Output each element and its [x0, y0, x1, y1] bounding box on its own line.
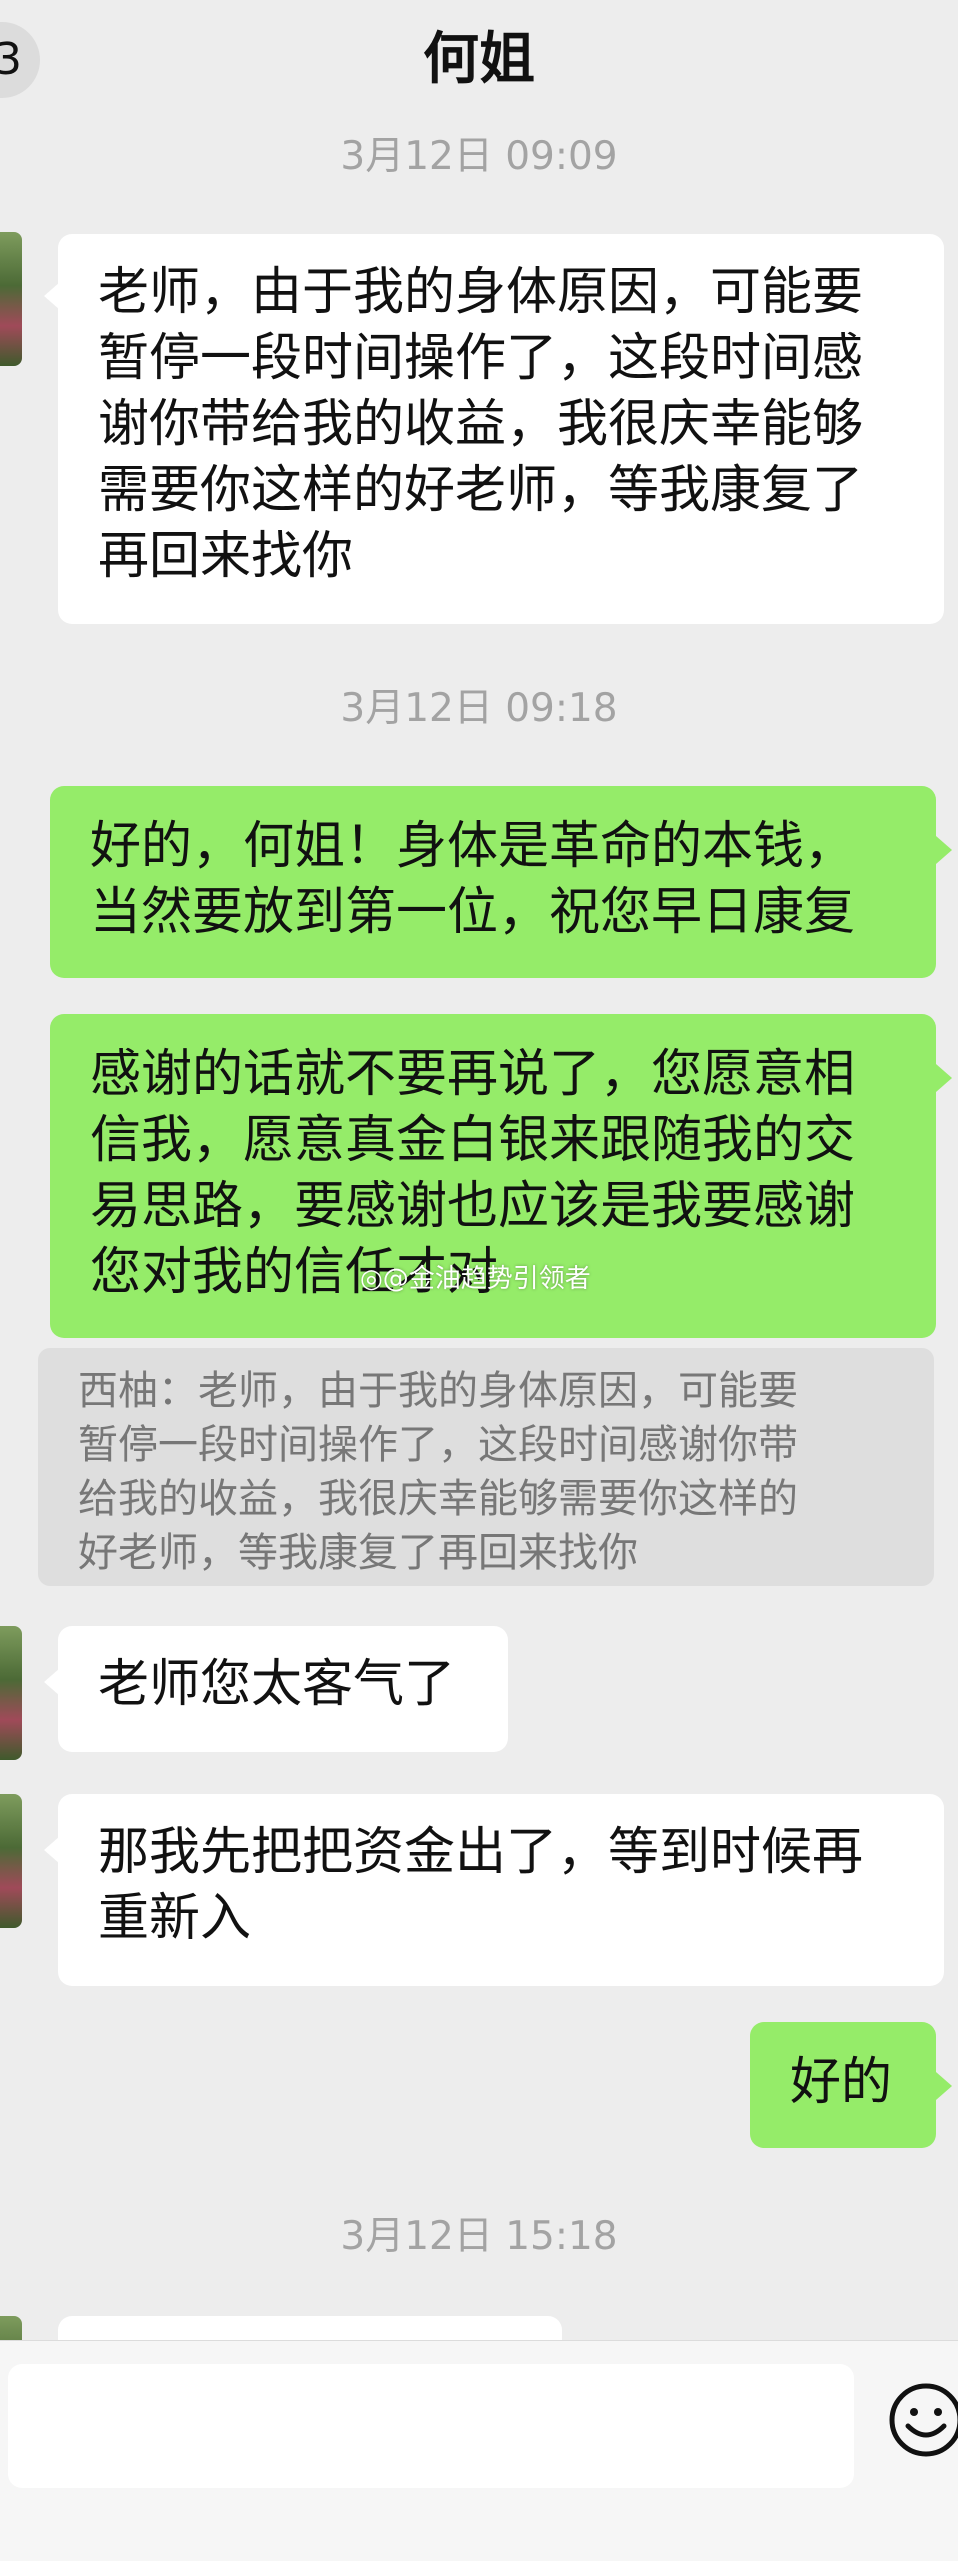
weibo-icon: ◎: [360, 1264, 383, 1294]
emoji-icon: [889, 2383, 958, 2457]
bubble-tail: [936, 2072, 952, 2100]
watermark: ◎@金油趋势引领者: [360, 1262, 591, 1296]
message-incoming[interactable]: 那我先把把资金出了，等到时候再 重新入: [58, 1794, 944, 1986]
timestamp: 3月12日 09:09: [340, 134, 618, 179]
message-input[interactable]: [8, 2364, 854, 2488]
quoted-message[interactable]: 西柚：老师，由于我的身体原因，可能要 暂停一段时间操作了，这段时间感谢你带 给我…: [38, 1348, 934, 1586]
bubble-tail: [936, 1064, 952, 1092]
emoji-button[interactable]: [886, 2380, 958, 2460]
message-outgoing[interactable]: 好的: [750, 2022, 936, 2148]
contact-avatar[interactable]: [0, 1626, 22, 1760]
timestamp: 3月12日 15:18: [340, 2214, 618, 2259]
contact-avatar[interactable]: [0, 232, 22, 366]
bubble-tail: [936, 836, 952, 864]
message-outgoing[interactable]: 好的，何姐！身体是革命的本钱， 当然要放到第一位，祝您早日康复: [50, 786, 936, 978]
timestamp: 3月12日 09:18: [340, 686, 618, 731]
contact-avatar[interactable]: [0, 1794, 22, 1928]
chat-title: 何姐: [423, 27, 535, 92]
message-incoming[interactable]: 老师您太客气了: [58, 1626, 508, 1752]
watermark-text: @金油趋势引领者: [382, 1264, 591, 1294]
message-incoming[interactable]: 老师，由于我的身体原因，可能要 暂停一段时间操作了，这段时间感 谢你带给我的收益…: [58, 234, 944, 624]
